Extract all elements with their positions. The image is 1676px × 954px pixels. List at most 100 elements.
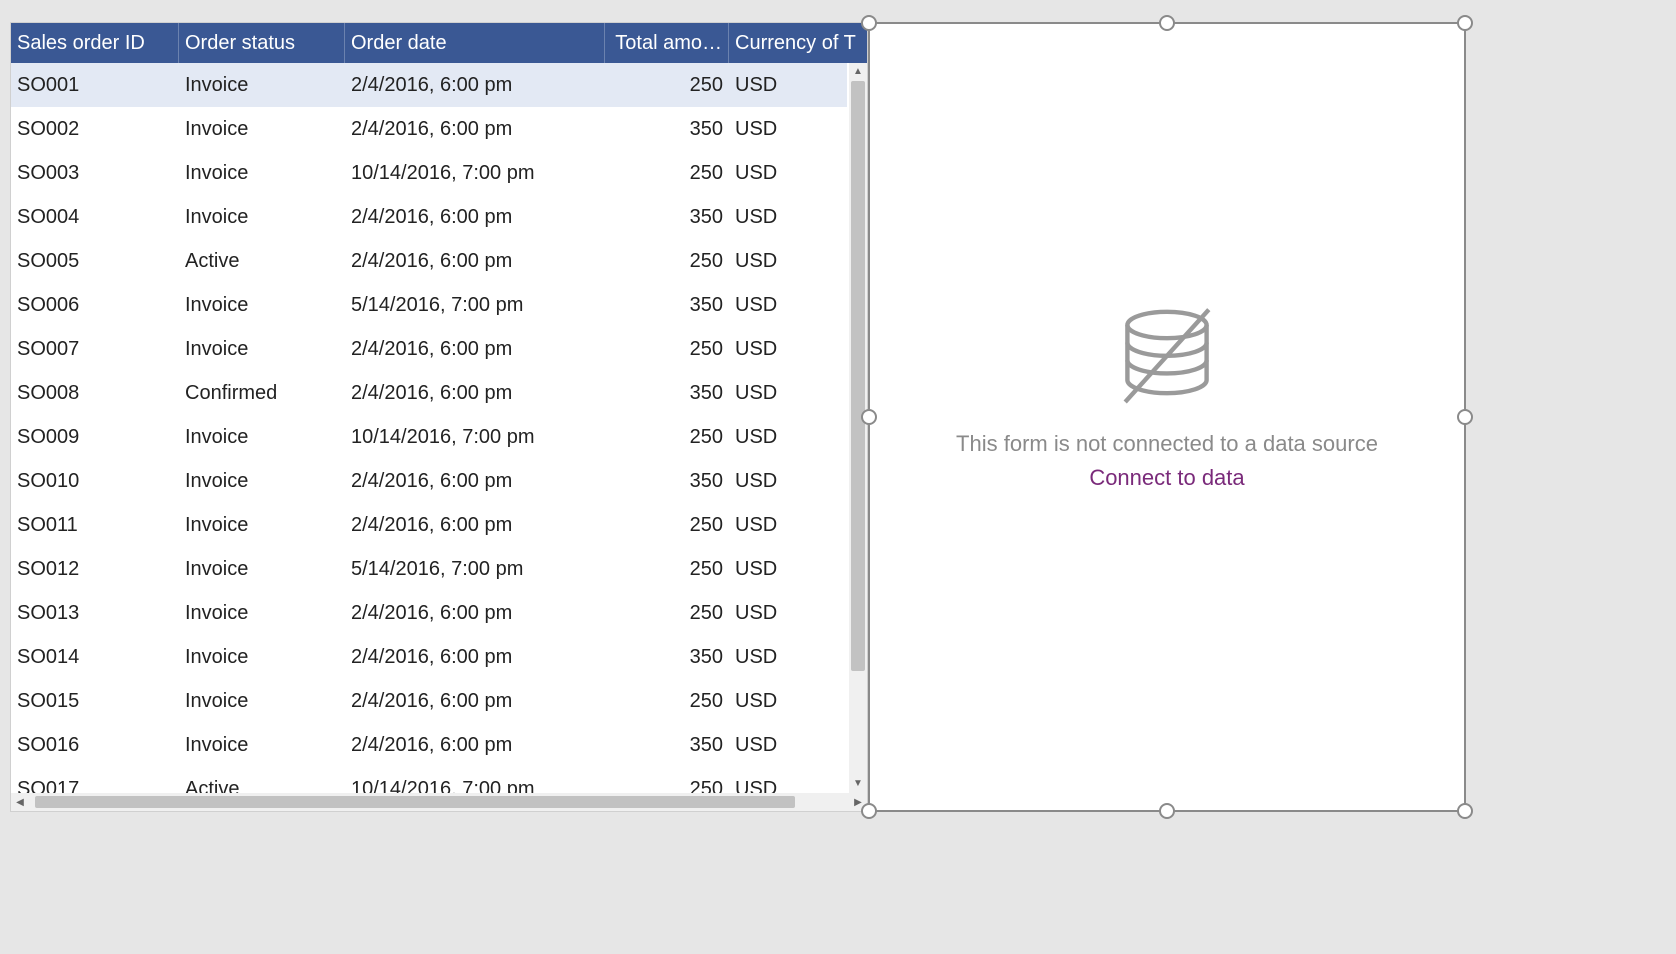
cell-order-date: 2/4/2016, 6:00 pm bbox=[345, 382, 605, 405]
table-row[interactable]: SO006Invoice5/14/2016, 7:00 pm350USD bbox=[11, 283, 847, 327]
form-control-selected[interactable]: This form is not connected to a data sou… bbox=[868, 22, 1466, 812]
cell-order-date: 2/4/2016, 6:00 pm bbox=[345, 206, 605, 229]
cell-currency: USD bbox=[729, 646, 847, 669]
cell-order-status: Active bbox=[179, 250, 345, 273]
cell-total-amount: 350 bbox=[605, 646, 729, 669]
cell-order-status: Invoice bbox=[179, 690, 345, 713]
cell-order-date: 2/4/2016, 6:00 pm bbox=[345, 118, 605, 141]
table-row[interactable]: SO016Invoice2/4/2016, 6:00 pm350USD bbox=[11, 723, 847, 767]
cell-sales-order-id: SO005 bbox=[11, 250, 179, 273]
column-header-order-status[interactable]: Order status bbox=[179, 23, 345, 63]
column-header-order-date[interactable]: Order date bbox=[345, 23, 605, 63]
cell-total-amount: 350 bbox=[605, 294, 729, 317]
column-header-total-amount[interactable]: Total amo… bbox=[605, 23, 729, 63]
cell-currency: USD bbox=[729, 382, 847, 405]
table-row[interactable]: SO013Invoice2/4/2016, 6:00 pm250USD bbox=[11, 591, 847, 635]
cell-currency: USD bbox=[729, 558, 847, 581]
cell-total-amount: 350 bbox=[605, 206, 729, 229]
table-row[interactable]: SO009Invoice10/14/2016, 7:00 pm250USD bbox=[11, 415, 847, 459]
sales-order-grid[interactable]: Sales order ID Order status Order date T… bbox=[10, 22, 868, 812]
cell-order-date: 5/14/2016, 7:00 pm bbox=[345, 294, 605, 317]
table-row[interactable]: SO011Invoice2/4/2016, 6:00 pm250USD bbox=[11, 503, 847, 547]
cell-currency: USD bbox=[729, 514, 847, 537]
cell-currency: USD bbox=[729, 294, 847, 317]
cell-currency: USD bbox=[729, 426, 847, 449]
cell-total-amount: 250 bbox=[605, 338, 729, 361]
table-row[interactable]: SO010Invoice2/4/2016, 6:00 pm350USD bbox=[11, 459, 847, 503]
grid-body[interactable]: SO001Invoice2/4/2016, 6:00 pm250USDSO002… bbox=[11, 63, 867, 811]
cell-currency: USD bbox=[729, 250, 847, 273]
resize-handle-se[interactable] bbox=[1457, 803, 1473, 819]
cell-order-date: 2/4/2016, 6:00 pm bbox=[345, 250, 605, 273]
cell-total-amount: 350 bbox=[605, 382, 729, 405]
cell-order-status: Invoice bbox=[179, 338, 345, 361]
resize-handle-w[interactable] bbox=[861, 409, 877, 425]
cell-sales-order-id: SO013 bbox=[11, 602, 179, 625]
cell-currency: USD bbox=[729, 338, 847, 361]
cell-currency: USD bbox=[729, 162, 847, 185]
form-empty-message: This form is not connected to a data sou… bbox=[956, 431, 1378, 457]
cell-order-date: 2/4/2016, 6:00 pm bbox=[345, 514, 605, 537]
cell-order-status: Invoice bbox=[179, 426, 345, 449]
cell-currency: USD bbox=[729, 602, 847, 625]
horizontal-scroll-thumb[interactable] bbox=[35, 796, 795, 808]
cell-order-date: 5/14/2016, 7:00 pm bbox=[345, 558, 605, 581]
cell-order-date: 2/4/2016, 6:00 pm bbox=[345, 74, 605, 97]
grid-header: Sales order ID Order status Order date T… bbox=[11, 23, 867, 63]
vertical-scrollbar[interactable]: ▲ ▼ bbox=[849, 63, 867, 793]
resize-handle-e[interactable] bbox=[1457, 409, 1473, 425]
table-row[interactable]: SO012Invoice5/14/2016, 7:00 pm250USD bbox=[11, 547, 847, 591]
table-row[interactable]: SO005Active2/4/2016, 6:00 pm250USD bbox=[11, 239, 847, 283]
table-row[interactable]: SO015Invoice2/4/2016, 6:00 pm250USD bbox=[11, 679, 847, 723]
form-empty-state: This form is not connected to a data sou… bbox=[956, 303, 1378, 491]
cell-sales-order-id: SO016 bbox=[11, 734, 179, 757]
cell-order-date: 2/4/2016, 6:00 pm bbox=[345, 734, 605, 757]
scroll-left-arrow-icon[interactable]: ◀ bbox=[11, 797, 29, 808]
cell-order-date: 10/14/2016, 7:00 pm bbox=[345, 426, 605, 449]
resize-handle-nw[interactable] bbox=[861, 15, 877, 31]
cell-order-date: 2/4/2016, 6:00 pm bbox=[345, 602, 605, 625]
table-row[interactable]: SO004Invoice2/4/2016, 6:00 pm350USD bbox=[11, 195, 847, 239]
cell-currency: USD bbox=[729, 118, 847, 141]
cell-sales-order-id: SO004 bbox=[11, 206, 179, 229]
horizontal-scrollbar[interactable]: ◀ ▶ bbox=[11, 793, 867, 811]
scroll-up-arrow-icon[interactable]: ▲ bbox=[849, 63, 867, 81]
table-row[interactable]: SO001Invoice2/4/2016, 6:00 pm250USD bbox=[11, 63, 847, 107]
cell-sales-order-id: SO009 bbox=[11, 426, 179, 449]
resize-handle-ne[interactable] bbox=[1457, 15, 1473, 31]
cell-total-amount: 250 bbox=[605, 426, 729, 449]
scroll-down-arrow-icon[interactable]: ▼ bbox=[849, 775, 867, 793]
cell-order-status: Invoice bbox=[179, 206, 345, 229]
cell-total-amount: 250 bbox=[605, 250, 729, 273]
cell-sales-order-id: SO011 bbox=[11, 514, 179, 537]
cell-sales-order-id: SO001 bbox=[11, 74, 179, 97]
vertical-scroll-thumb[interactable] bbox=[851, 81, 865, 671]
table-row[interactable]: SO014Invoice2/4/2016, 6:00 pm350USD bbox=[11, 635, 847, 679]
cell-total-amount: 250 bbox=[605, 690, 729, 713]
resize-handle-n[interactable] bbox=[1159, 15, 1175, 31]
cell-order-status: Invoice bbox=[179, 470, 345, 493]
table-row[interactable]: SO007Invoice2/4/2016, 6:00 pm250USD bbox=[11, 327, 847, 371]
cell-order-status: Invoice bbox=[179, 514, 345, 537]
cell-order-status: Invoice bbox=[179, 294, 345, 317]
cell-sales-order-id: SO006 bbox=[11, 294, 179, 317]
resize-handle-s[interactable] bbox=[1159, 803, 1175, 819]
resize-handle-sw[interactable] bbox=[861, 803, 877, 819]
cell-order-status: Invoice bbox=[179, 162, 345, 185]
cell-total-amount: 250 bbox=[605, 514, 729, 537]
cell-sales-order-id: SO007 bbox=[11, 338, 179, 361]
cell-order-status: Invoice bbox=[179, 118, 345, 141]
cell-sales-order-id: SO008 bbox=[11, 382, 179, 405]
cell-currency: USD bbox=[729, 690, 847, 713]
column-header-currency[interactable]: Currency of T bbox=[729, 23, 867, 63]
cell-currency: USD bbox=[729, 470, 847, 493]
cell-currency: USD bbox=[729, 734, 847, 757]
cell-sales-order-id: SO014 bbox=[11, 646, 179, 669]
table-row[interactable]: SO002Invoice2/4/2016, 6:00 pm350USD bbox=[11, 107, 847, 151]
connect-to-data-link[interactable]: Connect to data bbox=[1089, 465, 1244, 491]
cell-order-date: 10/14/2016, 7:00 pm bbox=[345, 162, 605, 185]
table-row[interactable]: SO008Confirmed2/4/2016, 6:00 pm350USD bbox=[11, 371, 847, 415]
column-header-sales-order-id[interactable]: Sales order ID bbox=[11, 23, 179, 63]
table-row[interactable]: SO003Invoice10/14/2016, 7:00 pm250USD bbox=[11, 151, 847, 195]
cell-order-date: 2/4/2016, 6:00 pm bbox=[345, 338, 605, 361]
